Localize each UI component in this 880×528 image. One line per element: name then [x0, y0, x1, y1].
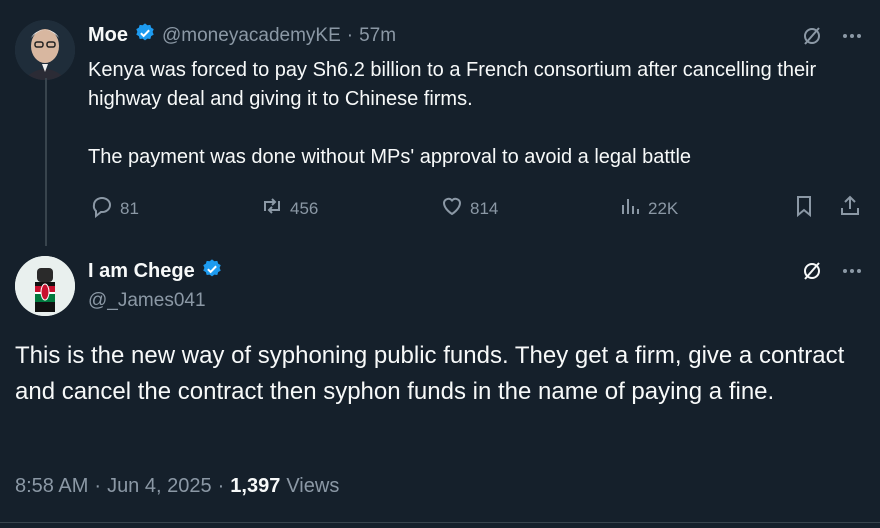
quoted-author-name[interactable]: Moe	[88, 24, 128, 47]
separator-dot: ·	[94, 475, 102, 497]
main-author-handle[interactable]: @_James041	[88, 290, 206, 312]
views-button[interactable]: 22K	[618, 194, 678, 223]
repost-button[interactable]: 456	[260, 194, 318, 223]
grok-icon[interactable]	[800, 24, 824, 53]
repost-count: 456	[290, 198, 319, 218]
tweet-date[interactable]: Jun 4, 2025	[107, 475, 212, 498]
main-tweet-text: This is the new way of syphoning public …	[15, 342, 845, 405]
like-button[interactable]: 814	[440, 194, 498, 223]
share-icon[interactable]	[838, 194, 862, 223]
moe-avatar[interactable]	[15, 20, 75, 80]
reply-button[interactable]: 81	[90, 194, 139, 223]
more-icon[interactable]	[840, 259, 864, 288]
tweet-meta: 8:58 AM · Jun 4, 2025 · 1,397 Views	[15, 475, 339, 498]
quoted-author-handle[interactable]: @moneyacademyKE	[162, 25, 341, 47]
quoted-timestamp[interactable]: 57m	[359, 25, 396, 47]
repost-icon	[260, 194, 284, 223]
view-count: 1,397	[230, 475, 281, 497]
verified-badge-icon	[201, 258, 223, 285]
quoted-header: Moe @moneyacademyKE · 57m	[88, 22, 396, 49]
separator-dot: ·	[217, 475, 225, 497]
main-author-header: I am Chege	[88, 258, 223, 285]
grok-icon[interactable]	[800, 259, 824, 288]
separator-dot: ·	[346, 24, 354, 46]
views-count: 22K	[648, 198, 679, 218]
thread-connector-line	[45, 78, 47, 246]
chege-avatar[interactable]	[15, 256, 75, 316]
reply-count: 81	[120, 198, 139, 218]
like-count: 814	[470, 198, 499, 218]
main-author-name[interactable]: I am Chege	[88, 260, 195, 283]
reply-icon	[90, 194, 114, 223]
views-icon	[618, 194, 642, 223]
bottom-divider	[0, 522, 880, 523]
bookmark-icon[interactable]	[792, 194, 816, 223]
views-label: Views	[286, 475, 340, 497]
like-icon	[440, 194, 464, 223]
tweet-time[interactable]: 8:58 AM	[15, 475, 88, 498]
quoted-tweet-text: Kenya was forced to pay Sh6.2 billion to…	[88, 59, 817, 168]
more-icon[interactable]	[840, 24, 864, 53]
verified-badge-icon	[134, 22, 156, 49]
